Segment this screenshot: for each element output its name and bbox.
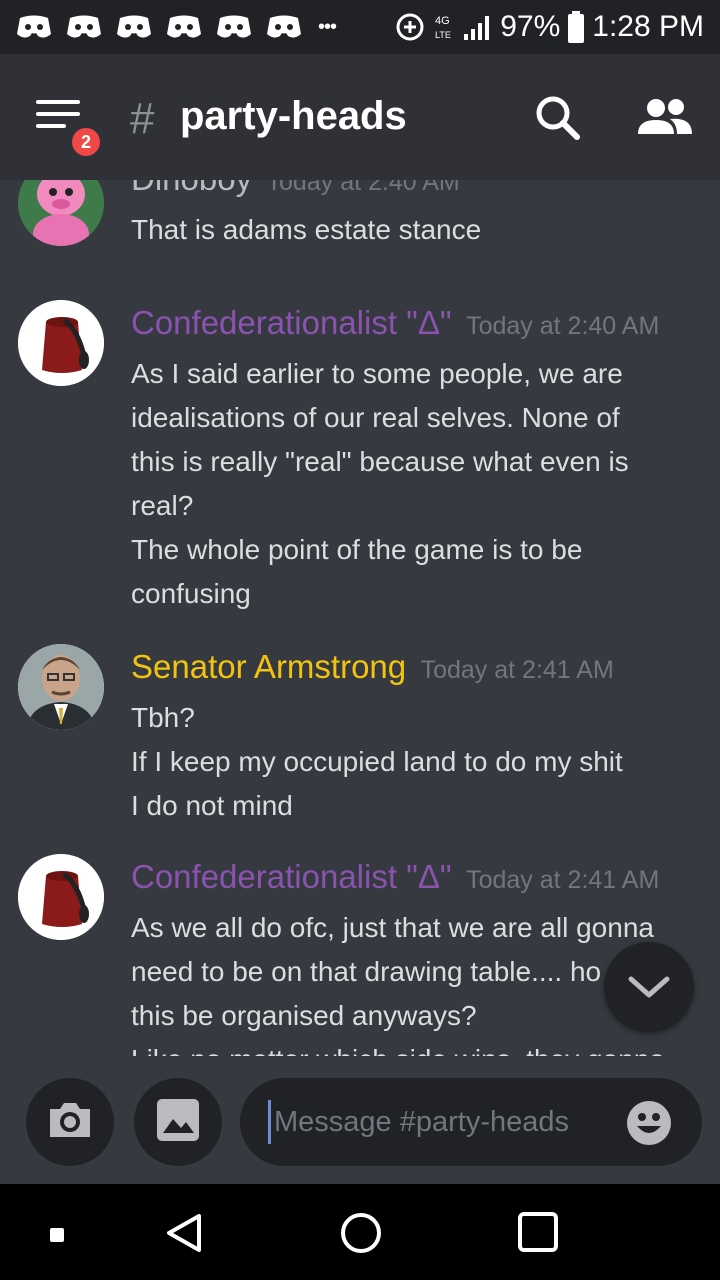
pink-character-avatar[interactable] [18,180,104,246]
signal-icon [462,12,492,42]
message-text: Like no matter which side wins, they gon… [131,1038,700,1056]
message-text: As we all do ofc, just that we are all g… [131,912,654,943]
message-text: confusing [131,578,251,609]
overview-icon[interactable] [518,1212,558,1257]
message-author[interactable]: Senator Armstrong [131,648,406,685]
channel-title[interactable]: party-heads [180,94,407,139]
message-timestamp: Today at 2:41 AM [466,866,660,894]
chevron-down-icon[interactable] [604,942,694,1032]
image-icon [155,1097,201,1148]
channel-header: 2 # party-heads [0,54,720,180]
message-input-placeholder: Message #party-heads [274,1106,569,1138]
svg-text:4G: 4G [435,15,450,27]
battery-icon [568,11,585,43]
message-text: If I keep my occupied land to do my shit [131,746,623,777]
message-timestamp: Today at 2:40 AM [466,312,660,340]
data-saver-icon [394,11,426,43]
message-author[interactable]: Confederationalist "Δ" [131,304,452,341]
fez-hat-avatar[interactable] [18,854,104,940]
message-text: I do not mind [131,790,293,821]
discord-icon [266,14,302,40]
svg-text:LTE: LTE [435,30,451,40]
recent-dot-icon [50,1228,64,1247]
message-text: Tbh? [131,702,195,733]
senator-avatar[interactable] [18,644,104,730]
message-text: That is adams estate stance [131,214,482,245]
message-list[interactable]: Dinoboy Today at 2:40 AM That is adams e… [0,180,720,1056]
members-icon[interactable] [636,94,694,142]
emoji-icon[interactable] [626,1100,671,1145]
status-bar: ••• 4G LTE 97% 1:28 PM [0,0,720,54]
back-icon[interactable] [164,1212,204,1259]
network-lte-icon: 4G LTE [434,12,454,42]
search-icon[interactable] [534,94,582,142]
discord-icon [66,14,102,40]
message-text: As I said earlier to some people, we are [131,358,623,389]
discord-icon [116,14,152,40]
notification-icons [16,14,302,40]
message-text: The whole point of the game is to be [131,534,583,565]
battery-percent: 97% [500,10,561,43]
camera-icon [46,1099,94,1146]
unread-badge: 2 [68,124,104,160]
message-author[interactable]: Dinoboy [131,180,252,197]
message-text: real? [131,490,194,521]
message-author[interactable]: Confederationalist "Δ" [131,858,452,895]
camera-button[interactable] [26,1078,114,1166]
more-notifications-icon: ••• [318,15,337,38]
message-text: this is really "real" because what even … [131,446,629,477]
message-text: idealisations of our real selves. None o… [131,402,620,433]
image-button[interactable] [134,1078,222,1166]
system-nav-bar [0,1184,720,1280]
clock: 1:28 PM [592,10,704,43]
discord-icon [216,14,252,40]
discord-icon [16,14,52,40]
message-timestamp: Today at 2:40 AM [266,180,460,196]
fez-hat-avatar[interactable] [18,300,104,386]
home-icon[interactable] [340,1212,382,1259]
text-cursor [268,1100,271,1144]
message-timestamp: Today at 2:41 AM [420,656,614,684]
message-input[interactable]: Message #party-heads [240,1078,702,1166]
discord-icon [166,14,202,40]
composer-bar: Message #party-heads [0,1056,720,1184]
channel-hash-icon: # [130,94,155,143]
